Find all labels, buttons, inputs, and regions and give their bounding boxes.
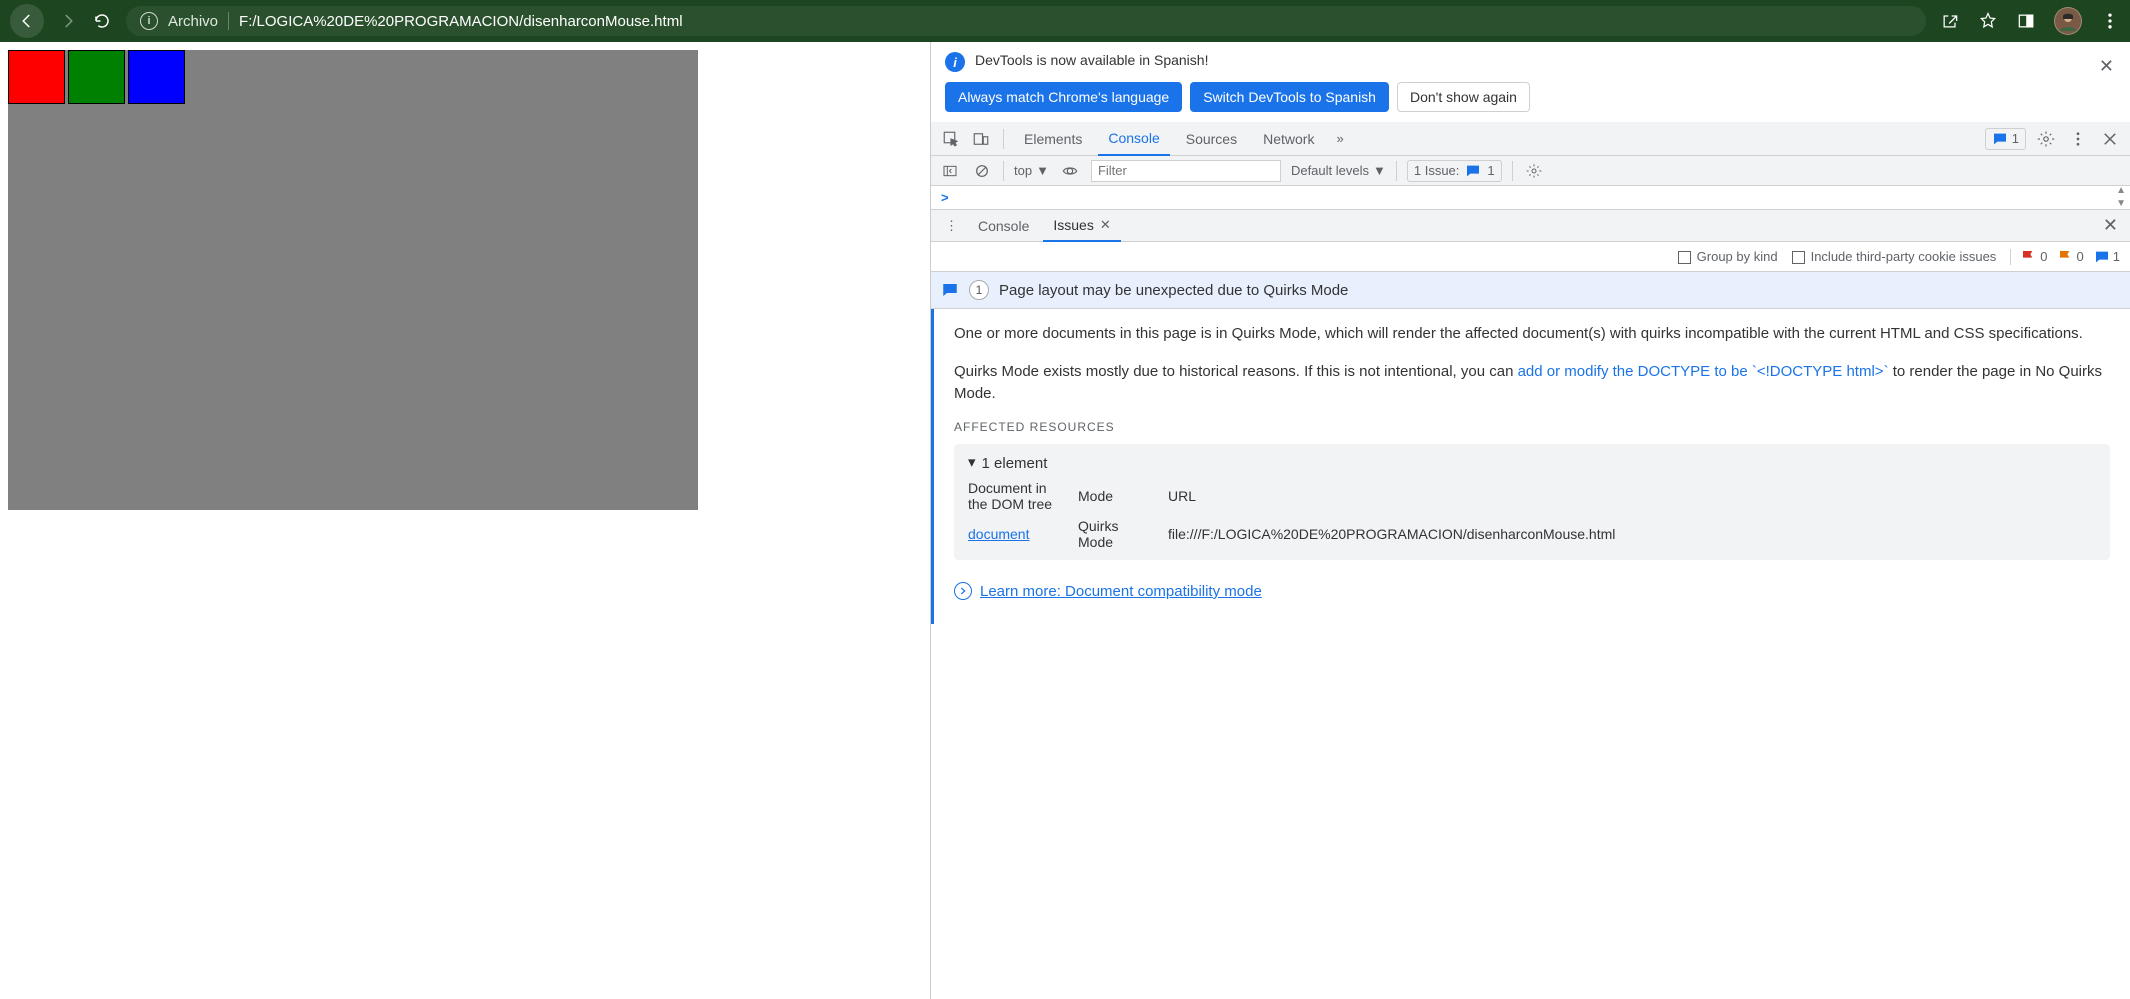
- clear-console-icon[interactable]: [971, 160, 993, 182]
- drawer-kebab-icon[interactable]: ⋮: [939, 218, 964, 234]
- drawer-tab-issues[interactable]: Issues ✕: [1043, 210, 1120, 242]
- switch-to-spanish-button[interactable]: Switch DevTools to Spanish: [1190, 82, 1389, 112]
- issue-severity-counts: 0 0 1: [2010, 249, 2120, 265]
- affected-resources-box: ▾1 element Document in the DOM tree Mode…: [954, 444, 2110, 560]
- info-banner-text: DevTools is now available in Spanish!: [975, 52, 1208, 68]
- drawer-tab-console[interactable]: Console: [968, 210, 1039, 241]
- info-icon: i: [945, 52, 965, 72]
- console-input[interactable]: > ▲▼: [931, 186, 2130, 210]
- color-swatch-green[interactable]: [68, 50, 125, 104]
- close-tab-icon[interactable]: ✕: [1100, 217, 1111, 233]
- affected-resources-table: Document in the DOM tree Mode URL docume…: [968, 480, 2096, 550]
- console-filter-input[interactable]: [1091, 160, 1281, 182]
- drawer-tab-bar: ⋮ Console Issues ✕ ✕: [931, 210, 2130, 242]
- issue-list-item[interactable]: 1 Page layout may be unexpected due to Q…: [931, 272, 2130, 309]
- affected-element-toggle[interactable]: ▾1 element: [968, 454, 2096, 472]
- tab-network[interactable]: Network: [1253, 122, 1324, 155]
- issue-detail-pane: One or more documents in this page is in…: [931, 309, 2130, 624]
- share-icon[interactable]: [1940, 11, 1960, 31]
- learn-more-row: Learn more: Document compatibility mode: [954, 582, 2110, 600]
- url-text: F:/LOGICA%20DE%20PROGRAMACION/disenharco…: [239, 13, 683, 30]
- issue-title: Page layout may be unexpected due to Qui…: [999, 282, 1348, 299]
- color-swatch-blue[interactable]: [128, 50, 185, 104]
- issues-counter[interactable]: 1 Issue: 1: [1407, 160, 1502, 182]
- inspect-element-icon[interactable]: [939, 127, 963, 151]
- page-viewport: [0, 42, 930, 999]
- profile-avatar[interactable]: [2054, 7, 2082, 35]
- browser-toolbar: i Archivo F:/LOGICA%20DE%20PROGRAMACION/…: [0, 0, 2130, 42]
- device-toolbar-icon[interactable]: [969, 127, 993, 151]
- tab-sources[interactable]: Sources: [1176, 122, 1247, 155]
- drawer-close-icon[interactable]: ✕: [2099, 215, 2122, 236]
- affected-url-value: file:///F:/LOGICA%20DE%20PROGRAMACION/di…: [1168, 526, 2096, 542]
- doctype-fix-link[interactable]: add or modify the DOCTYPE to be `<!DOCTY…: [1518, 363, 1889, 380]
- side-panel-icon[interactable]: [2016, 11, 2036, 31]
- close-devtools-icon[interactable]: [2098, 127, 2122, 151]
- tab-elements[interactable]: Elements: [1014, 122, 1092, 155]
- chevron-down-icon: ▼: [1036, 163, 1049, 178]
- toolbar-right: [1940, 7, 2120, 35]
- url-prefix: Archivo: [168, 13, 218, 30]
- language-info-banner: i DevTools is now available in Spanish! …: [931, 42, 2130, 76]
- language-buttons: Always match Chrome's language Switch De…: [931, 76, 2130, 122]
- external-link-icon: [954, 582, 972, 600]
- forward-button[interactable]: [58, 11, 78, 31]
- affected-mode-value: Quirks Mode: [1078, 518, 1148, 550]
- context-selector[interactable]: top ▼: [1014, 163, 1049, 178]
- bookmark-star-icon[interactable]: [1978, 11, 1998, 31]
- issue-paragraph-2: Quirks Mode exists mostly due to histori…: [954, 361, 2110, 405]
- reload-button[interactable]: [92, 11, 112, 31]
- group-by-kind-checkbox[interactable]: Group by kind: [1678, 249, 1778, 264]
- issues-toolbar: Group by kind Include third-party cookie…: [931, 242, 2130, 272]
- site-info-icon[interactable]: i: [140, 12, 158, 30]
- gear-icon[interactable]: [2034, 127, 2058, 151]
- learn-more-link[interactable]: Learn more: Document compatibility mode: [980, 583, 1262, 600]
- color-swatch-red[interactable]: [8, 50, 65, 104]
- show-console-sidebar-icon[interactable]: [939, 160, 961, 182]
- affected-resources-heading: Affected Resources: [954, 420, 2110, 434]
- scroll-buttons[interactable]: ▲▼: [2116, 186, 2126, 209]
- third-party-cookie-checkbox[interactable]: Include third-party cookie issues: [1792, 249, 1997, 264]
- messages-badge[interactable]: 1: [1985, 128, 2026, 150]
- address-bar[interactable]: i Archivo F:/LOGICA%20DE%20PROGRAMACION/…: [126, 6, 1926, 36]
- col-header-mode: Mode: [1078, 488, 1148, 504]
- kebab-menu-icon[interactable]: [2100, 11, 2120, 31]
- console-toolbar: top ▼ Default levels ▼ 1 Issue: 1: [931, 156, 2130, 186]
- col-header-document: Document in the DOM tree: [968, 480, 1058, 512]
- devtools-panel: i DevTools is now available in Spanish! …: [930, 42, 2130, 999]
- messages-count: 1: [2012, 131, 2019, 146]
- arrow-left-icon: [17, 11, 37, 31]
- kebab-icon[interactable]: [2066, 127, 2090, 151]
- url-separator: [228, 12, 229, 30]
- live-expression-icon[interactable]: [1059, 160, 1081, 182]
- devtools-tab-bar: Elements Console Sources Network » 1: [931, 122, 2130, 156]
- issue-count-badge: 1: [969, 280, 989, 300]
- close-icon[interactable]: ✕: [2099, 56, 2114, 77]
- always-match-language-button[interactable]: Always match Chrome's language: [945, 82, 1182, 112]
- back-button[interactable]: [10, 4, 44, 38]
- chevron-down-icon: ▼: [1373, 163, 1386, 178]
- col-header-url: URL: [1168, 488, 2096, 504]
- affected-document-link[interactable]: document: [968, 526, 1058, 542]
- console-settings-gear-icon[interactable]: [1523, 160, 1545, 182]
- more-tabs-icon[interactable]: »: [1330, 131, 1349, 146]
- prompt-chevron-icon: >: [941, 190, 949, 205]
- dont-show-again-button[interactable]: Don't show again: [1397, 82, 1530, 112]
- log-levels-selector[interactable]: Default levels ▼: [1291, 163, 1386, 178]
- tab-console[interactable]: Console: [1098, 122, 1169, 156]
- issue-paragraph-1: One or more documents in this page is in…: [954, 323, 2110, 345]
- drawing-canvas[interactable]: [8, 50, 698, 510]
